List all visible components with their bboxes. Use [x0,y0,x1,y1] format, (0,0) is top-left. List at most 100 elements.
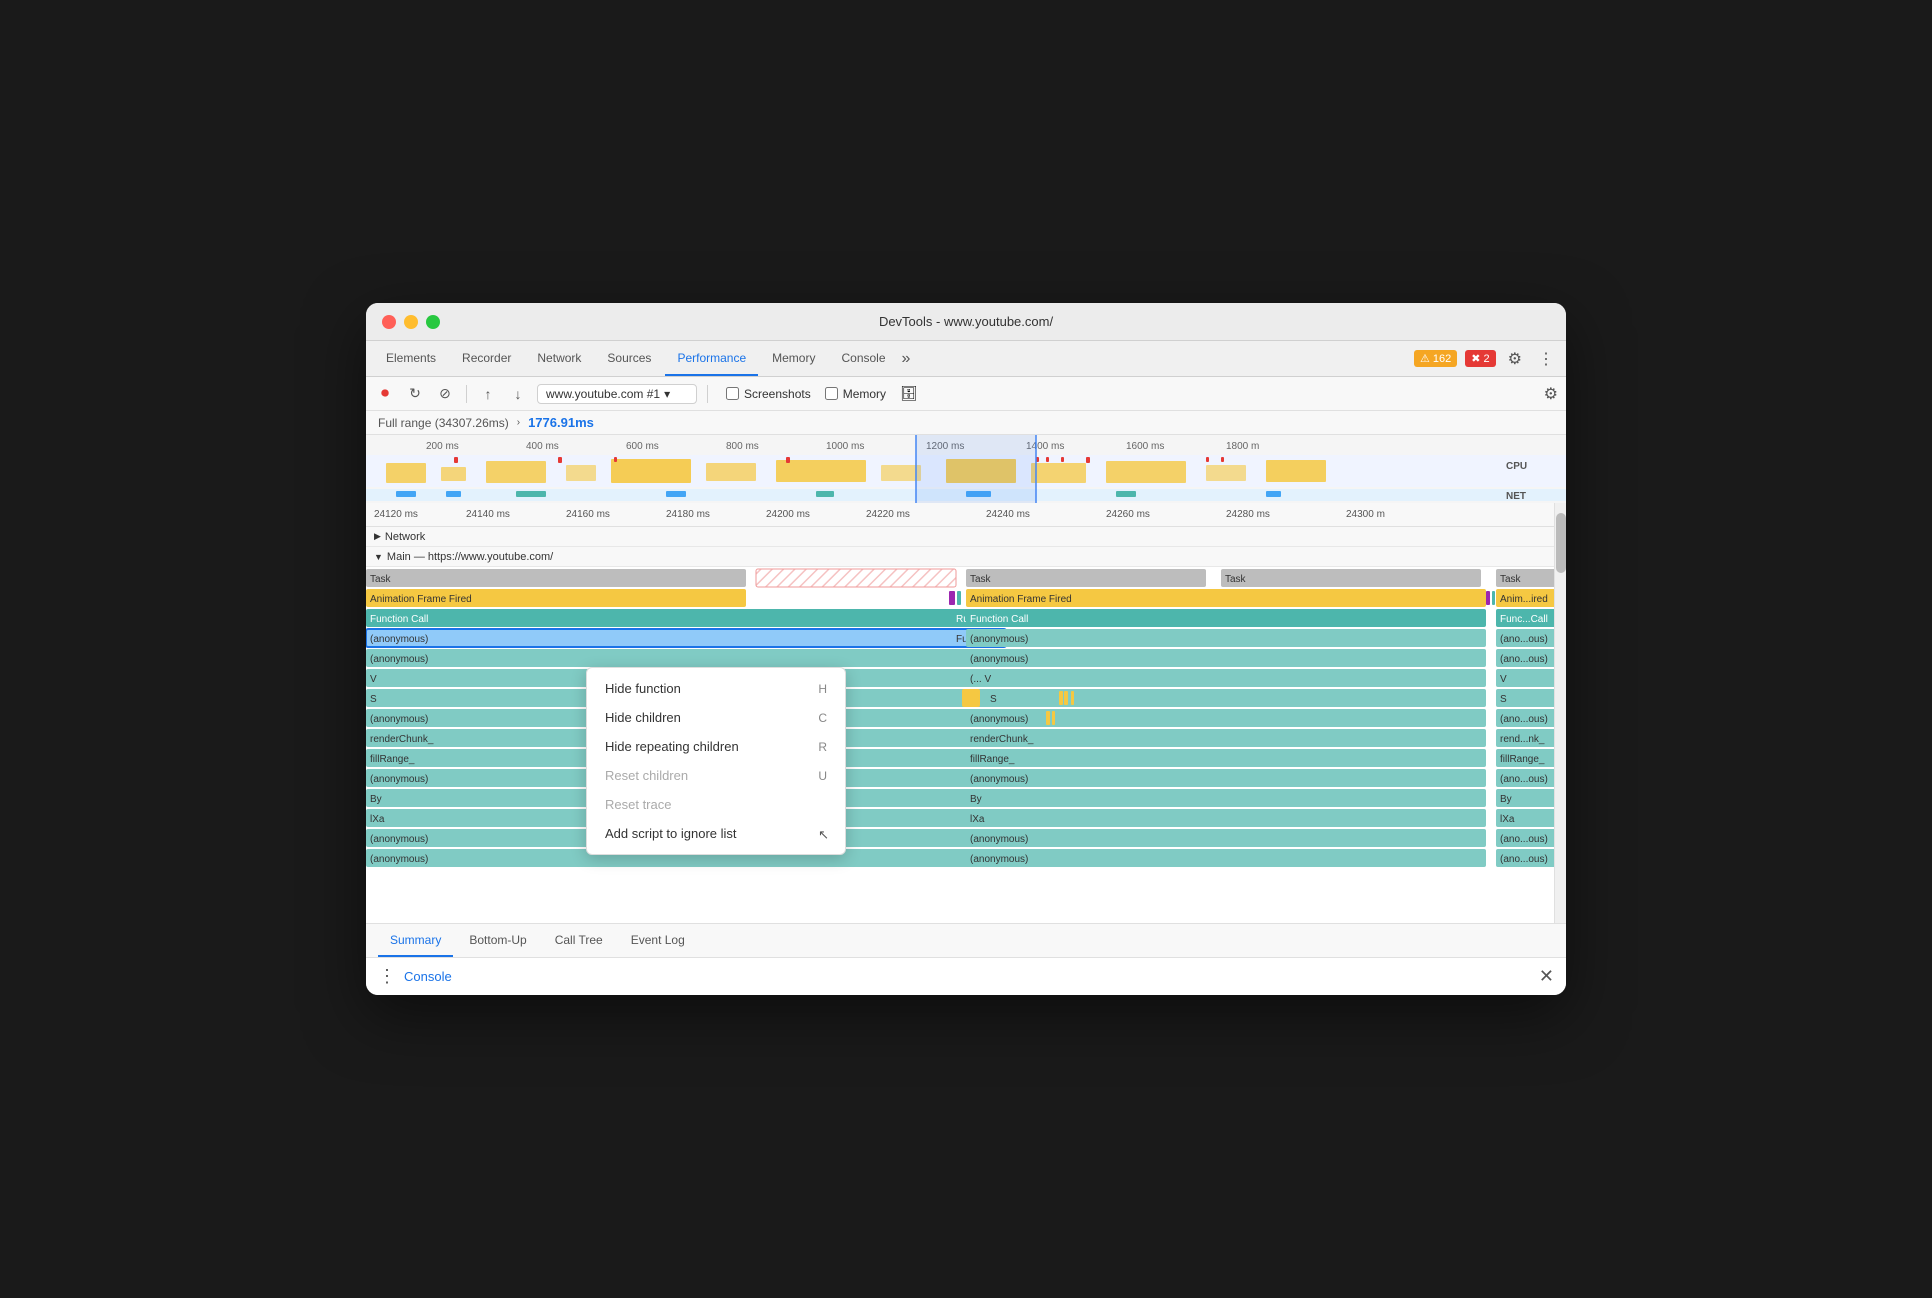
svg-text:fillRange_: fillRange_ [970,754,1015,765]
warning-icon: ⚠ [1420,352,1430,365]
tab-console[interactable]: Console [829,341,897,376]
url-selector[interactable]: www.youtube.com #1 ▾ [537,384,697,404]
screenshots-input[interactable] [726,387,739,400]
memory-checkbox[interactable]: Memory [825,387,886,401]
screenshots-checkbox[interactable]: Screenshots [726,387,811,401]
svg-text:(anonymous): (anonymous) [370,714,428,725]
ruler-tick-4: 24200 ms [766,509,810,520]
toolbar-sep-2 [707,385,708,403]
svg-text:fillRange_: fillRange_ [370,754,415,765]
ctx-hide-repeating[interactable]: Hide repeating children R [587,732,845,761]
svg-text:(... V: (... V [970,674,991,685]
main-section-header[interactable]: ▼ Main — https://www.youtube.com/ [366,547,1566,567]
ruler-tick-1: 24140 ms [466,509,510,520]
ruler-tick-5: 24220 ms [866,509,910,520]
performance-tab-label: Performance [677,351,746,365]
svg-text:By: By [970,794,982,805]
ctx-hide-children[interactable]: Hide children C [587,703,845,732]
toolbar-sep-1 [466,385,467,403]
call-tree-tab-label: Call Tree [555,933,603,947]
tab-performance[interactable]: Performance [665,341,758,376]
download-icon: ↓ [515,386,522,402]
svg-text:Animation Frame Fired: Animation Frame Fired [370,594,472,605]
scroll-thumb[interactable] [1556,513,1566,573]
timeline-overview[interactable]: 200 ms 400 ms 600 ms 800 ms 1000 ms 1200… [366,435,1566,503]
console-label[interactable]: Console [404,969,452,984]
tab-bottom-up[interactable]: Bottom-Up [457,924,538,957]
svg-text:(anonymous): (anonymous) [370,774,428,785]
performance-toolbar: ⏺ ↻ ⊘ ↑ ↓ www.youtube.com #1 ▾ Screensho… [366,377,1566,411]
svg-text:lXa: lXa [1500,814,1515,825]
svg-text:(anonymous): (anonymous) [970,714,1028,725]
tab-event-log[interactable]: Event Log [619,924,697,957]
svg-text:(ano...ous): (ano...ous) [1500,854,1548,865]
maximize-button[interactable] [426,315,440,329]
svg-text:Function Call: Function Call [370,614,428,625]
reload-button[interactable]: ↻ [404,383,426,405]
ruler-tick-2: 24160 ms [566,509,610,520]
main-section-label: Main — https://www.youtube.com/ [387,551,553,563]
upload-button[interactable]: ↑ [477,383,499,405]
svg-text:(anonymous): (anonymous) [970,634,1028,645]
bottom-tabs: Summary Bottom-Up Call Tree Event Log [366,923,1566,957]
svg-text:Task: Task [1500,574,1522,585]
svg-text:400 ms: 400 ms [526,441,559,452]
record-button[interactable]: ⏺ [374,383,396,405]
bottom-up-tab-label: Bottom-Up [469,933,526,947]
tab-elements[interactable]: Elements [374,341,448,376]
memory-input[interactable] [825,387,838,400]
tab-memory[interactable]: Memory [760,341,827,376]
devtools-tabs: Elements Recorder Network Sources Perfor… [366,341,1566,377]
svg-text:Function Call: Function Call [970,614,1028,625]
memory-icon: 🗄 [900,385,918,402]
network-expand-icon: ▶ [374,531,381,542]
scrollbar[interactable] [1554,503,1566,923]
ctx-add-ignore[interactable]: Add script to ignore list ↖ [587,819,845,848]
tab-summary[interactable]: Summary [378,924,453,957]
range-full: Full range (34307.26ms) [378,416,509,430]
ctx-hide-children-label: Hide children [605,710,681,725]
download-button[interactable]: ↓ [507,383,529,405]
svg-text:(anonymous): (anonymous) [970,654,1028,665]
range-selected: 1776.91ms [528,415,594,430]
svg-text:NET: NET [1506,491,1526,502]
svg-text:1000 ms: 1000 ms [826,441,864,452]
console-options-icon[interactable]: ⋮ [378,966,396,987]
ruler-tick-3: 24180 ms [666,509,710,520]
svg-text:S: S [1500,694,1507,705]
svg-text:1800 m: 1800 m [1226,441,1259,452]
reload-icon: ↻ [409,385,421,402]
svg-text:Animation Frame Fired: Animation Frame Fired [970,594,1072,605]
ctx-reset-trace: Reset trace [587,790,845,819]
memory-label: Memory [843,387,886,401]
ctx-reset-children-shortcut: U [818,769,827,783]
tab-recorder[interactable]: Recorder [450,341,523,376]
tab-right-area: ⚠ 162 ✖ 2 ⚙ ⋮ [1414,347,1558,371]
ctx-hide-function-shortcut: H [818,682,827,696]
ctx-hide-function[interactable]: Hide function H [587,674,845,703]
tab-sources[interactable]: Sources [595,341,663,376]
svg-text:(ano...ous): (ano...ous) [1500,714,1548,725]
clear-button[interactable]: ⊘ [434,383,456,405]
svg-text:S: S [370,694,377,705]
more-options-icon[interactable]: ⋮ [1534,347,1558,371]
svg-text:(ano...ous): (ano...ous) [1500,774,1548,785]
ctx-reset-trace-label: Reset trace [605,797,671,812]
summary-tab-label: Summary [390,933,441,947]
flame-chart: Task Task Task Task Animation Frame Fire… [366,567,1566,923]
tab-call-tree[interactable]: Call Tree [543,924,615,957]
ruler-tick-8: 24280 ms [1226,509,1270,520]
window-title: DevTools - www.youtube.com/ [879,314,1053,329]
close-button[interactable] [382,315,396,329]
console-close-icon[interactable]: ✕ [1539,966,1554,987]
tab-network[interactable]: Network [525,341,593,376]
svg-text:200 ms: 200 ms [426,441,459,452]
network-section-header[interactable]: ▶ Network [366,527,1566,547]
error-badge: ✖ 2 [1465,350,1495,367]
minimize-button[interactable] [404,315,418,329]
settings-icon[interactable]: ⚙ [1504,347,1526,371]
ctx-reset-children-label: Reset children [605,768,688,783]
network-section-label: Network [385,531,425,543]
more-tabs-icon[interactable]: » [902,350,911,368]
toolbar-gear-icon[interactable]: ⚙ [1544,384,1558,404]
